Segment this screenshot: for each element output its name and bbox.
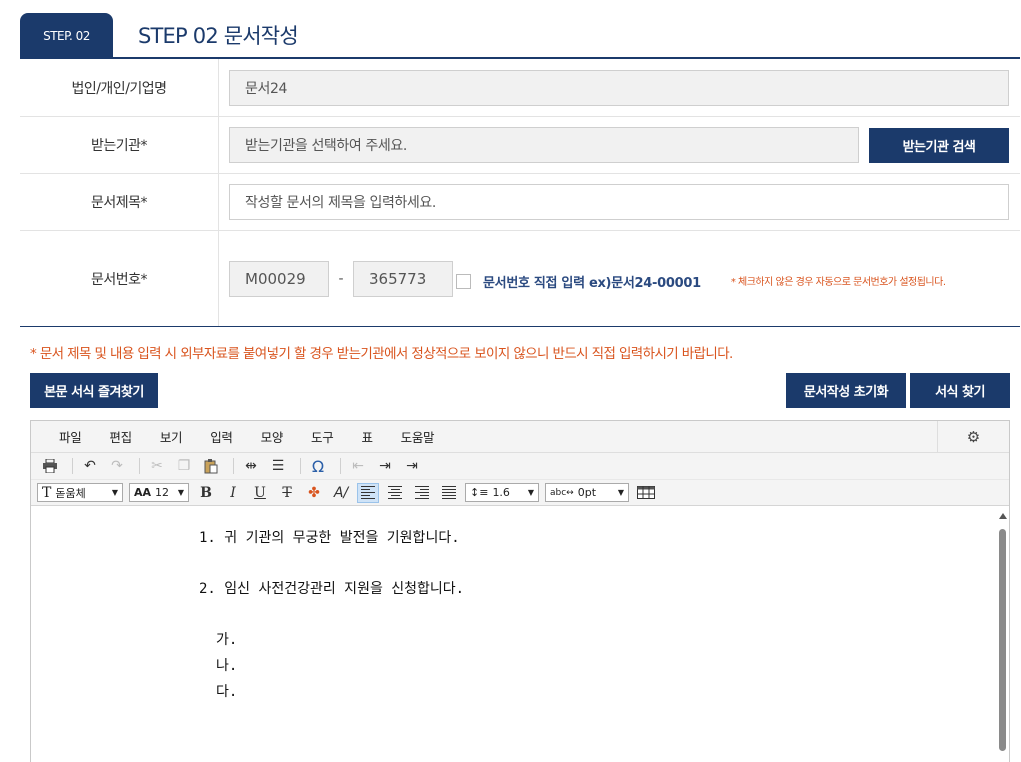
chevron-down-icon: ▼ xyxy=(527,488,534,497)
letter-spacing-icon: abc↔ xyxy=(550,487,574,498)
menu-tools[interactable]: 도구 xyxy=(311,427,334,446)
editor-toolbar-2: T 돋움체 ▼ AA 12 ▼ B I U T ✤ A/ ↕≡ 1.6 ▼ ab… xyxy=(31,480,1009,506)
scroll-up-icon[interactable] xyxy=(999,513,1007,519)
align-right-icon[interactable] xyxy=(411,483,433,503)
bold-icon[interactable]: B xyxy=(195,483,217,503)
content-line: 2. 임신 사전건강관리 지원을 신청합니다. xyxy=(199,581,465,597)
manual-doc-number-note: * 체크하지 않은 경우 자동으로 문서번호가 설정됩니다. xyxy=(730,277,946,288)
recipient-label: 받는기관* xyxy=(20,117,219,173)
step-tab: STEP. 02 xyxy=(20,13,113,59)
font-family-select[interactable]: T 돋움체 ▼ xyxy=(37,483,123,502)
italic-icon[interactable]: I xyxy=(222,483,244,503)
cut-icon[interactable]: ✂ xyxy=(146,456,168,476)
company-label: 법인/개인/기업명 xyxy=(20,59,219,116)
insert-column-icon[interactable]: ⇹ xyxy=(240,456,262,476)
align-center-icon[interactable] xyxy=(384,483,406,503)
font-size-value: 12 xyxy=(155,486,170,499)
reset-document-button[interactable]: 문서작성 초기화 xyxy=(786,373,906,408)
editor-scrollbar[interactable] xyxy=(997,513,1007,762)
font-family-value: 돋움체 xyxy=(55,486,86,500)
underline-icon[interactable]: U xyxy=(249,483,271,503)
gear-icon: ⚙ xyxy=(966,427,981,446)
table-icon[interactable] xyxy=(635,483,657,503)
subject-input[interactable]: 작성할 문서의 제목을 입력하세요. xyxy=(229,184,1009,220)
line-height-value: 1.6 xyxy=(492,486,510,499)
menu-format[interactable]: 모양 xyxy=(261,427,284,446)
subject-label: 문서제목* xyxy=(20,174,219,230)
recipient-row: 받는기관* 받는기관을 선택하여 주세요. 받는기관 검색 xyxy=(20,117,1020,174)
step-header: STEP. 02 STEP 02 문서작성 xyxy=(20,13,1020,59)
paste-warning-notice: * 문서 제목 및 내용 입력 시 외부자료를 붙여넣기 할 경우 받는기관에서… xyxy=(30,346,733,362)
editor-settings-button[interactable]: ⚙ xyxy=(937,421,1009,452)
menu-insert[interactable]: 입력 xyxy=(210,427,233,446)
doc-number-prefix: M00029 xyxy=(229,260,329,297)
recipient-field[interactable]: 받는기관을 선택하여 주세요. xyxy=(229,127,859,163)
find-template-button[interactable]: 서식 찾기 xyxy=(910,373,1010,408)
subject-row: 문서제목* 작성할 문서의 제목을 입력하세요. xyxy=(20,174,1020,231)
content-line: 나. xyxy=(216,658,238,674)
document-form: 법인/개인/기업명 문서24 받는기관* 받는기관을 선택하여 주세요. 받는기… xyxy=(20,59,1020,327)
menu-view[interactable]: 보기 xyxy=(160,427,183,446)
font-size-icon: AA xyxy=(134,486,152,499)
highlight-icon[interactable]: A/ xyxy=(330,483,352,503)
font-size-select[interactable]: AA 12 ▼ xyxy=(129,483,189,502)
line-height-icon: ↕≡ xyxy=(470,486,489,499)
redo-icon[interactable]: ↷ xyxy=(106,456,128,476)
editor-menubar: 파일 편집 보기 입력 모양 도구 표 도움말 ⚙ xyxy=(31,421,1009,453)
strikethrough-icon[interactable]: T xyxy=(276,483,298,503)
editor-content[interactable]: 1. 귀 기관의 무궁한 발전을 기원합니다. 2. 임신 사전건강관리 지원을… xyxy=(31,507,997,762)
align-justify-icon[interactable] xyxy=(438,483,460,503)
editor-toolbar-1: ↶ ↷ ✂ ❐ ⇹ ☰ Ω ⇤ ⇥ ⇥ xyxy=(31,453,1009,480)
indent-list-icon[interactable]: ⇥ xyxy=(401,456,423,476)
line-height-select[interactable]: ↕≡ 1.6 ▼ xyxy=(465,483,539,502)
doc-number-value: 365773 xyxy=(353,260,453,297)
doc-number-dash: - xyxy=(338,270,344,287)
recipient-search-button[interactable]: 받는기관 검색 xyxy=(869,127,1009,163)
rich-text-editor: 파일 편집 보기 입력 모양 도구 표 도움말 ⚙ ↶ ↷ ✂ ❐ ⇹ ☰ Ω … xyxy=(30,420,1010,762)
company-field: 문서24 xyxy=(229,69,1009,106)
content-line: 다. xyxy=(216,684,238,700)
manual-doc-number-checkbox[interactable] xyxy=(456,274,471,289)
align-left-icon[interactable] xyxy=(357,482,379,503)
paragraph-icon[interactable]: ☰ xyxy=(267,456,289,476)
outdent-icon[interactable]: ⇤ xyxy=(347,456,369,476)
chevron-down-icon: ▼ xyxy=(177,488,184,497)
letter-spacing-value: 0pt xyxy=(577,486,597,499)
indent-icon[interactable]: ⇥ xyxy=(374,456,396,476)
page-title: STEP 02 문서작성 xyxy=(138,24,299,48)
font-type-icon: T xyxy=(42,484,52,501)
content-line: 1. 귀 기관의 무궁한 발전을 기원합니다. xyxy=(199,530,460,546)
menu-table[interactable]: 표 xyxy=(361,427,373,446)
special-char-icon[interactable]: Ω xyxy=(307,456,329,476)
menu-help[interactable]: 도움말 xyxy=(401,427,435,446)
scroll-thumb[interactable] xyxy=(999,529,1006,751)
chevron-down-icon: ▼ xyxy=(617,488,624,497)
chevron-down-icon: ▼ xyxy=(111,488,118,497)
copy-icon[interactable]: ❐ xyxy=(173,456,195,476)
print-icon[interactable] xyxy=(39,456,61,476)
letter-spacing-select[interactable]: abc↔ 0pt ▼ xyxy=(545,483,629,502)
favorite-templates-button[interactable]: 본문 서식 즐겨찾기 xyxy=(30,373,158,408)
undo-icon[interactable]: ↶ xyxy=(79,456,101,476)
menu-edit[interactable]: 편집 xyxy=(109,427,132,446)
font-color-icon[interactable]: ✤ xyxy=(303,483,325,503)
manual-doc-number-label[interactable]: 문서번호 직접 입력 ex)문서24-00001 xyxy=(483,272,701,291)
menu-file[interactable]: 파일 xyxy=(59,427,82,446)
doc-number-row: 문서번호* M00029 - 365773 문서번호 직접 입력 ex)문서24… xyxy=(20,231,1020,327)
doc-number-label: 문서번호* xyxy=(20,231,219,326)
company-row: 법인/개인/기업명 문서24 xyxy=(20,59,1020,117)
content-line: 가. xyxy=(216,632,238,648)
paste-icon[interactable] xyxy=(200,456,222,476)
